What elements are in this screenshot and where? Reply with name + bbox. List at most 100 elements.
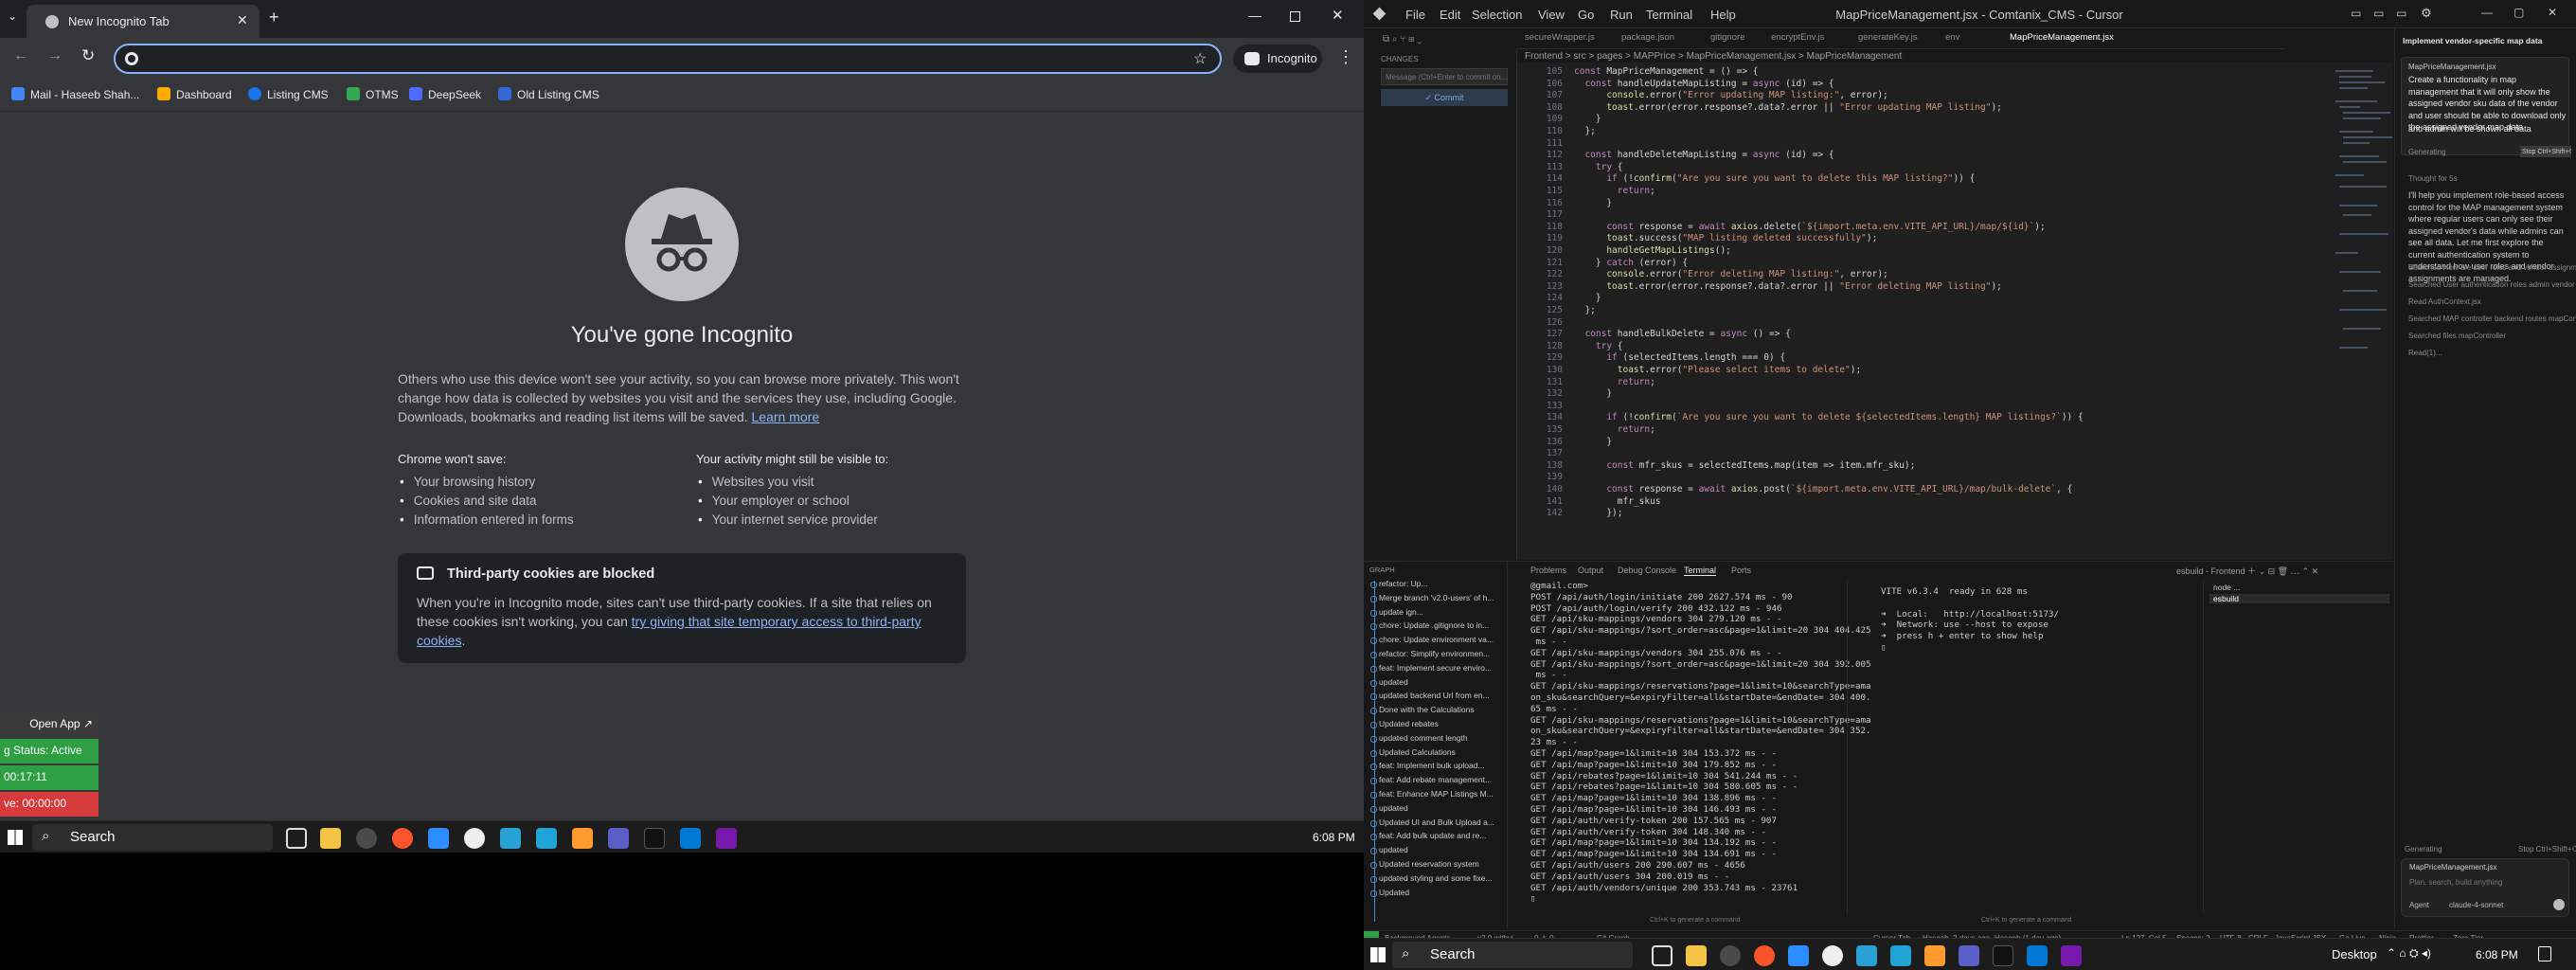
commit-row[interactable]: Updated xyxy=(1369,888,1409,897)
chrome-icon[interactable] xyxy=(1720,945,1741,966)
restore-button[interactable] xyxy=(1290,11,1300,22)
tab-encrypt-env[interactable]: encryptEnv.js xyxy=(1771,32,1824,43)
app-icon[interactable] xyxy=(1822,945,1843,966)
minimize-button[interactable]: — xyxy=(2481,6,2493,19)
desktop-label[interactable]: Desktop xyxy=(2332,947,2377,961)
vscode-icon[interactable] xyxy=(2027,945,2048,966)
code-line[interactable]: } xyxy=(1574,198,1612,208)
gear-icon[interactable]: ⚙ xyxy=(2421,6,2432,21)
commit-row[interactable]: Merge branch 'v2.0-users' of h... xyxy=(1369,593,1494,602)
code-line[interactable]: return; xyxy=(1574,377,1655,387)
commit-message-input[interactable] xyxy=(1381,68,1508,85)
tab-gitignore[interactable]: gitignore xyxy=(1710,32,1744,43)
tool-step[interactable]: Searched MAP controller backend routes m… xyxy=(2408,314,2576,323)
code-line[interactable]: try { xyxy=(1574,162,1623,172)
code-line[interactable]: if (selectedItems.length === 0) { xyxy=(1574,352,1785,363)
commit-row[interactable]: Updated Calculations xyxy=(1370,747,1456,757)
commit-row[interactable]: updated xyxy=(1370,845,1408,855)
kebab-menu-icon[interactable]: ⋮ xyxy=(1337,47,1354,67)
app-icon[interactable] xyxy=(1959,945,1979,966)
code-line[interactable]: const handleBulkDelete = async () => { xyxy=(1574,329,1790,339)
app-icon[interactable] xyxy=(608,828,629,849)
code-line[interactable]: toast.error("Please select items to dele… xyxy=(1574,365,1861,375)
chat-input[interactable]: Plan, search, build anything xyxy=(2409,878,2502,887)
app-icon[interactable] xyxy=(1890,945,1911,966)
address-input[interactable] xyxy=(148,49,1171,68)
app-icon[interactable] xyxy=(536,828,557,849)
code-line[interactable]: } xyxy=(1574,388,1612,399)
bookmark-star-icon[interactable]: ☆ xyxy=(1193,49,1207,68)
commit-row[interactable]: updated styling and some fixe... xyxy=(1370,873,1493,883)
app-icon[interactable] xyxy=(1924,945,1945,966)
menu-run[interactable]: Run xyxy=(1610,8,1633,22)
tool-step[interactable]: Read AuthContext.jsx xyxy=(2408,297,2481,306)
code-line[interactable]: const response = await axios.post(`${imp… xyxy=(1574,484,2072,494)
task-view-icon[interactable] xyxy=(286,828,307,849)
tool-step[interactable]: Searched files mapController xyxy=(2408,332,2506,340)
terminal-split-divider[interactable] xyxy=(1847,581,1848,914)
commit-row[interactable]: Updated rebates xyxy=(1370,719,1439,728)
tab-package-json[interactable]: package.json xyxy=(1621,32,1674,43)
commit-row[interactable]: feat: Add bulk update and re... xyxy=(1369,831,1486,841)
menu-file[interactable]: File xyxy=(1405,8,1425,22)
panel-tab-problems[interactable]: Problems xyxy=(1530,566,1566,575)
new-tab-button[interactable]: + xyxy=(269,8,279,27)
code-line[interactable]: } catch (error) { xyxy=(1574,258,1688,268)
windows-start-icon[interactable] xyxy=(8,830,23,845)
bookmark-listing-cms[interactable]: Listing CMS xyxy=(248,87,329,101)
code-line[interactable]: console.error("Error deleting MAP listin… xyxy=(1574,269,1887,279)
commit-row[interactable]: updated comment length xyxy=(1370,733,1468,743)
tab-secure-wrapper[interactable]: secureWrapper.js xyxy=(1525,32,1595,43)
commit-row[interactable]: refactor: Up... xyxy=(1370,579,1428,588)
code-line[interactable]: const response = await axios.delete(`${i… xyxy=(1574,222,2045,232)
task-view-icon[interactable] xyxy=(1652,945,1673,966)
commit-row[interactable]: Updated UI and Bulk Upload a... xyxy=(1370,817,1494,827)
terminal-session-node[interactable]: node ... xyxy=(2213,583,2240,592)
terminal-frontend[interactable]: VITE v6.3.4 ready in 628 ms ➜ Local: http… xyxy=(1881,586,2165,700)
terminal-toolbar-icons[interactable]: esbuild - Frontend ＋ ⌄ ⊟ 🗑 ⋯ ⌃ ✕ xyxy=(2176,565,2318,577)
bookmark-otms[interactable]: OTMS xyxy=(347,87,399,101)
code-line[interactable]: toast.error(error.response?.data?.error … xyxy=(1574,281,2002,292)
taskbar-search[interactable]: ⌕ Search xyxy=(1392,942,1633,968)
commit-row[interactable]: Updated reservation system xyxy=(1370,859,1479,869)
commit-row[interactable]: refactor: Simplify environmen... xyxy=(1369,649,1490,658)
commit-row[interactable]: update ign... xyxy=(1370,607,1423,617)
code-line[interactable]: } xyxy=(1574,437,1612,447)
panel-tab-output[interactable]: Output xyxy=(1578,566,1603,575)
code-line[interactable]: mfr_skus xyxy=(1574,496,1661,507)
minimize-button[interactable]: — xyxy=(1248,8,1261,23)
taskbar-search[interactable]: ⌕ Search xyxy=(32,824,273,851)
layout-icon[interactable]: ▭ xyxy=(2351,7,2361,20)
menu-view[interactable]: View xyxy=(1538,8,1565,22)
restore-button[interactable]: ▢ xyxy=(2513,6,2524,19)
tab-map-price-management[interactable]: MapPriceManagement.jsx xyxy=(2010,32,2114,43)
close-window-button[interactable]: ✕ xyxy=(2548,6,2557,19)
breadcrumb[interactable]: Frontend > src > pages > MAPPrice > MapP… xyxy=(1525,51,2093,62)
panel-tab-terminal[interactable]: Terminal xyxy=(1684,566,1717,576)
app-icon[interactable] xyxy=(572,828,593,849)
commit-row[interactable]: feat: Implement bulk upload... xyxy=(1370,761,1485,771)
bookmark-old-listing-cms[interactable]: Old Listing CMS xyxy=(498,87,599,101)
agent-mode-select[interactable]: Agent xyxy=(2409,901,2429,909)
commit-row[interactable]: Done with the Calculations xyxy=(1370,705,1475,715)
context-file-chip[interactable]: MapPriceManagement.jsx xyxy=(2408,63,2496,71)
chrome-icon[interactable] xyxy=(356,828,377,849)
panel-tab-debug-console[interactable]: Debug Console xyxy=(1618,566,1676,575)
stop-button[interactable]: Stop Ctrl+Shift+⌫ xyxy=(2520,146,2571,157)
onenote-icon[interactable] xyxy=(716,828,737,849)
code-line[interactable]: return; xyxy=(1574,186,1655,196)
commit-row[interactable]: feat: Enhance MAP Listings M... xyxy=(1370,789,1494,799)
code-line[interactable]: } xyxy=(1574,293,1601,303)
close-icon[interactable]: ✕ xyxy=(237,12,248,28)
back-icon[interactable]: ← xyxy=(13,47,28,64)
layout-icon[interactable]: ▭ xyxy=(2396,7,2406,20)
code-line[interactable]: const handleUpdateMapListing = async (id… xyxy=(1574,79,1834,89)
brave-icon[interactable] xyxy=(392,828,413,849)
code-line[interactable]: const mfr_skus = selectedItems.map(item … xyxy=(1574,460,1915,471)
commit-row[interactable]: updated backend Url from en... xyxy=(1370,691,1490,701)
brave-icon[interactable] xyxy=(1754,945,1775,966)
code-line[interactable]: if (!confirm("Are you sure you want to d… xyxy=(1574,173,1975,184)
code-line[interactable]: }); xyxy=(1574,508,1622,518)
app-icon[interactable] xyxy=(464,828,485,849)
thought-indicator[interactable]: Thought for 5s xyxy=(2408,174,2458,183)
